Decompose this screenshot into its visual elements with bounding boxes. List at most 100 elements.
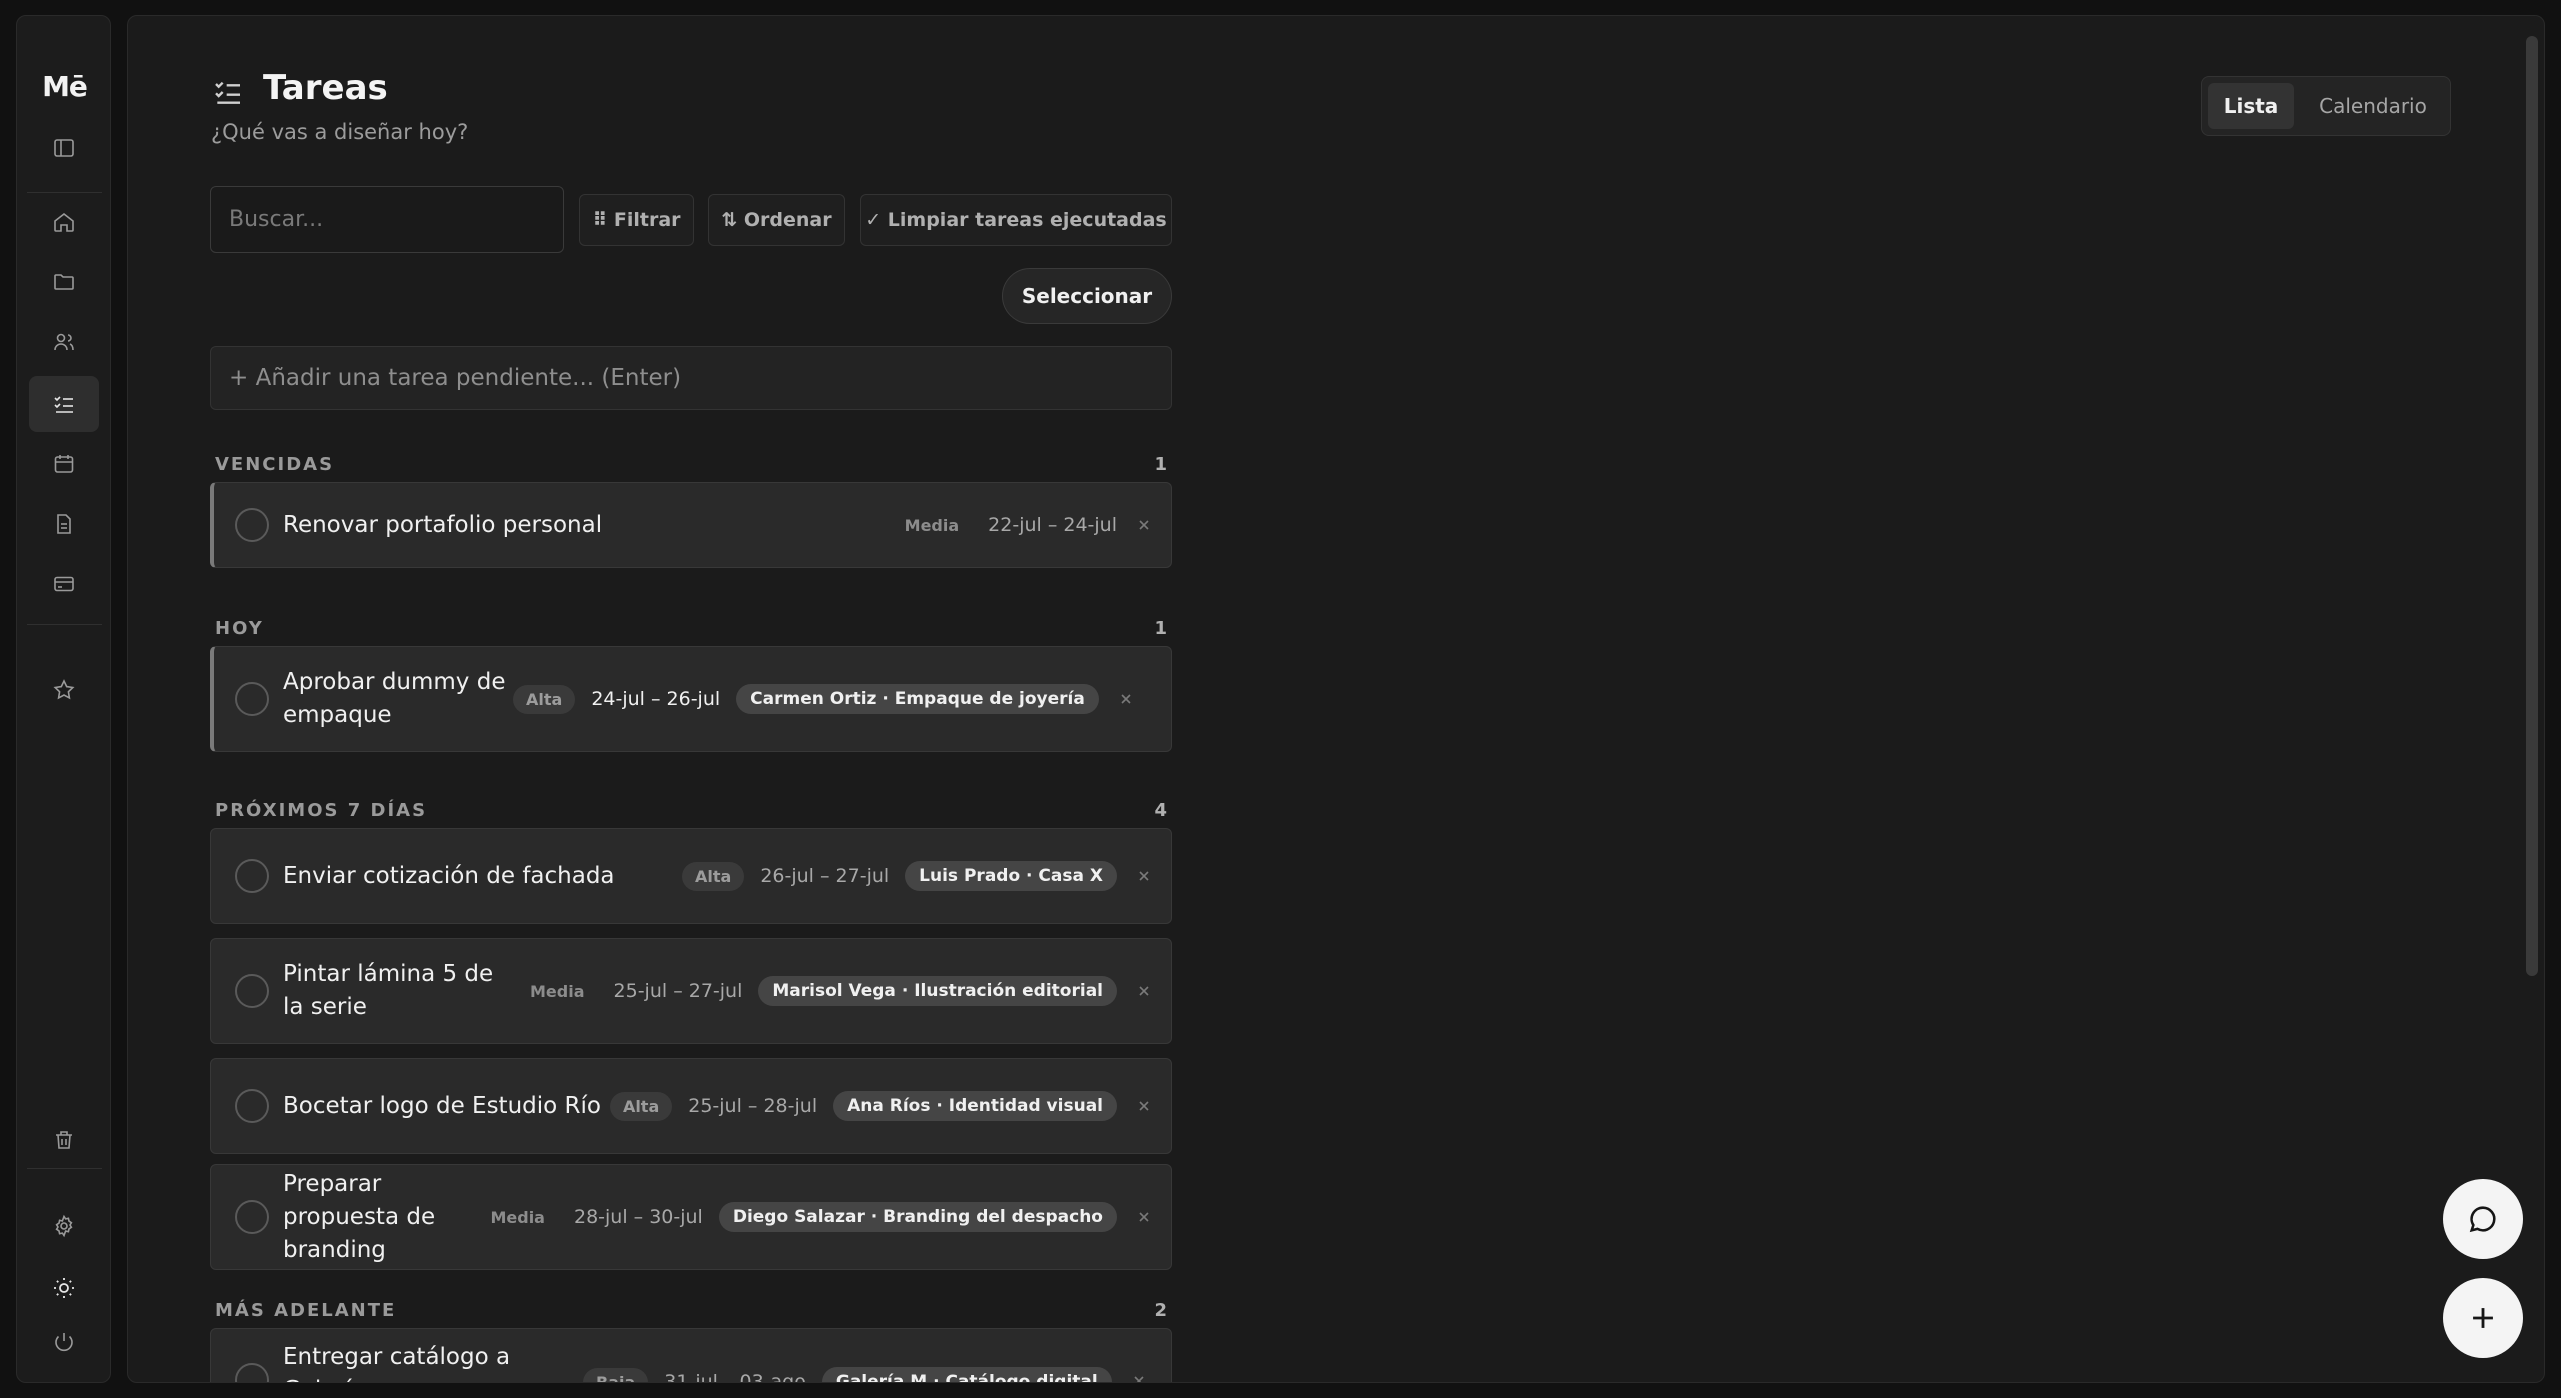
close-icon bbox=[1134, 1376, 1144, 1382]
main-panel: Tareas ¿Qué vas a diseñar hoy? Lista Cal… bbox=[127, 15, 2545, 1383]
calendar-icon bbox=[54, 455, 74, 473]
task-dates: 22-jul – 24-jul bbox=[988, 514, 1117, 536]
task-row[interactable]: Renovar portafolio personal Media 22-jul… bbox=[210, 482, 1172, 568]
trash-icon bbox=[56, 1131, 72, 1149]
task-dates: 25-jul – 27-jul bbox=[613, 980, 743, 1002]
chat-button[interactable] bbox=[2443, 1179, 2523, 1259]
sidebar-item-calendar[interactable] bbox=[29, 436, 99, 492]
folder-icon bbox=[54, 274, 74, 290]
task-row[interactable]: Bocetar logo de Estudio Río Alta 25-jul … bbox=[210, 1058, 1172, 1154]
task-row[interactable]: Entregar catálogo a Galería Baja 31-jul … bbox=[210, 1328, 1172, 1382]
priority-badge: Media bbox=[530, 981, 585, 1001]
add-task-input[interactable]: + Añadir una tarea pendiente... (Enter) bbox=[210, 346, 1172, 410]
sidebar-toggle-icon bbox=[54, 139, 74, 157]
client-tag[interactable]: Galería M · Catálogo digital bbox=[821, 1367, 1112, 1382]
task-checkbox[interactable] bbox=[235, 1363, 269, 1382]
view-list-button[interactable]: Lista bbox=[2208, 83, 2294, 129]
task-name: Preparar propuesta de branding bbox=[283, 1170, 436, 1263]
app-logo: Mē bbox=[42, 70, 88, 103]
document-icon bbox=[57, 514, 71, 534]
sidebar-item-projects[interactable] bbox=[29, 254, 99, 310]
section-header-later: MÁS ADELANTE 2 bbox=[215, 1300, 1167, 1321]
task-name: Bocetar logo de Estudio Río bbox=[283, 1092, 601, 1119]
close-icon bbox=[1139, 986, 1149, 996]
sidebar-item-favorites[interactable] bbox=[29, 662, 99, 718]
task-name: Entregar catálogo a Galería bbox=[283, 1344, 511, 1382]
section-title: PRÓXIMOS 7 DÍAS bbox=[215, 800, 428, 821]
sidebar-item-documents[interactable] bbox=[29, 496, 99, 552]
home-icon bbox=[54, 212, 74, 232]
section-title: MÁS ADELANTE bbox=[215, 1300, 397, 1321]
section-title: VENCIDAS bbox=[215, 454, 335, 475]
client-tag[interactable]: Ana Ríos · Identidad visual bbox=[833, 1091, 1117, 1121]
delete-task-button[interactable] bbox=[1117, 864, 1171, 888]
section-count: 2 bbox=[1154, 1300, 1167, 1321]
task-checkbox[interactable] bbox=[235, 508, 269, 542]
client-tag[interactable]: Marisol Vega · Ilustración editorial bbox=[758, 976, 1117, 1006]
page-subtitle: ¿Qué vas a diseñar hoy? bbox=[211, 120, 469, 144]
section-header-next-7-days: PRÓXIMOS 7 DÍAS 4 bbox=[215, 800, 1167, 821]
sidebar-item-settings[interactable] bbox=[29, 1198, 99, 1254]
delete-task-button[interactable] bbox=[1099, 687, 1153, 711]
sidebar-divider bbox=[27, 192, 102, 193]
task-dates: 25-jul – 28-jul bbox=[688, 1095, 818, 1117]
section-header-today: HOY 1 bbox=[215, 618, 1167, 639]
task-row[interactable]: Preparar propuesta de branding Media 28-… bbox=[210, 1164, 1172, 1270]
add-button[interactable] bbox=[2443, 1278, 2523, 1358]
delete-task-button[interactable] bbox=[1117, 1205, 1171, 1229]
card-icon bbox=[54, 576, 74, 592]
delete-task-button[interactable] bbox=[1117, 513, 1171, 537]
task-checkbox[interactable] bbox=[235, 974, 269, 1008]
sidebar-item-trash[interactable] bbox=[29, 1112, 99, 1168]
sidebar-item-home[interactable] bbox=[29, 194, 99, 250]
tasks-icon bbox=[54, 396, 73, 413]
task-name: Aprobar dummy de empaque bbox=[283, 669, 506, 728]
task-checkbox[interactable] bbox=[235, 682, 269, 716]
task-row[interactable]: Pintar lámina 5 de la serie Media 25-jul… bbox=[210, 938, 1172, 1044]
users-icon bbox=[54, 333, 74, 351]
page-title: Tareas bbox=[263, 68, 388, 108]
sidebar: Mē bbox=[16, 15, 111, 1383]
priority-badge: Alta bbox=[682, 861, 745, 891]
scrollbar[interactable] bbox=[2526, 36, 2538, 976]
task-dates: 24-jul – 26-jul bbox=[591, 688, 721, 710]
client-tag[interactable]: Carmen Ortiz · Empaque de joyería bbox=[736, 684, 1099, 714]
task-dates: 28-jul – 30-jul bbox=[573, 1206, 703, 1228]
task-checkbox[interactable] bbox=[235, 859, 269, 893]
settings-icon bbox=[55, 1214, 73, 1238]
task-checkbox[interactable] bbox=[235, 1089, 269, 1123]
priority-badge: Media bbox=[490, 1207, 545, 1227]
close-icon bbox=[1139, 1212, 1149, 1222]
sort-button[interactable]: ⇅ Ordenar bbox=[708, 194, 845, 246]
task-row[interactable]: Aprobar dummy de empaque Alta 24-jul – 2… bbox=[210, 646, 1172, 752]
task-checkbox[interactable] bbox=[235, 1200, 269, 1234]
sidebar-item-billing[interactable] bbox=[29, 556, 99, 612]
close-icon bbox=[1139, 1101, 1149, 1111]
delete-task-button[interactable] bbox=[1117, 979, 1171, 1003]
sidebar-item-clients[interactable] bbox=[29, 314, 99, 370]
tasks-icon bbox=[215, 81, 240, 104]
star-icon bbox=[53, 679, 75, 700]
section-count: 1 bbox=[1154, 454, 1167, 475]
client-tag[interactable]: Diego Salazar · Branding del despacho bbox=[718, 1202, 1117, 1232]
logout-button[interactable] bbox=[29, 1314, 99, 1370]
task-row[interactable]: Enviar cotización de fachada Alta 26-jul… bbox=[210, 828, 1172, 924]
priority-badge: Alta bbox=[513, 684, 576, 714]
sun-icon bbox=[54, 1278, 74, 1298]
task-name: Pintar lámina 5 de la serie bbox=[283, 961, 494, 1020]
chat-icon bbox=[2469, 1206, 2496, 1233]
section-header-overdue: VENCIDAS 1 bbox=[215, 454, 1167, 475]
theme-toggle-button[interactable] bbox=[29, 1260, 99, 1316]
client-tag[interactable]: Luis Prado · Casa X bbox=[905, 861, 1117, 891]
search-input[interactable] bbox=[210, 186, 564, 253]
clear-completed-button[interactable]: ✓ Limpiar tareas ejecutadas bbox=[860, 194, 1172, 246]
task-dates: 26-jul – 27-jul bbox=[760, 865, 890, 887]
close-icon bbox=[1121, 694, 1131, 704]
select-button[interactable]: Seleccionar bbox=[1002, 268, 1172, 324]
filter-button[interactable]: ⠿ Filtrar bbox=[579, 194, 694, 246]
delete-task-button[interactable] bbox=[1117, 1094, 1171, 1118]
sidebar-item-tasks[interactable] bbox=[29, 376, 99, 432]
sidebar-toggle-button[interactable] bbox=[29, 120, 99, 176]
delete-task-button[interactable] bbox=[1112, 1369, 1166, 1382]
view-calendar-button[interactable]: Calendario bbox=[2302, 83, 2444, 129]
